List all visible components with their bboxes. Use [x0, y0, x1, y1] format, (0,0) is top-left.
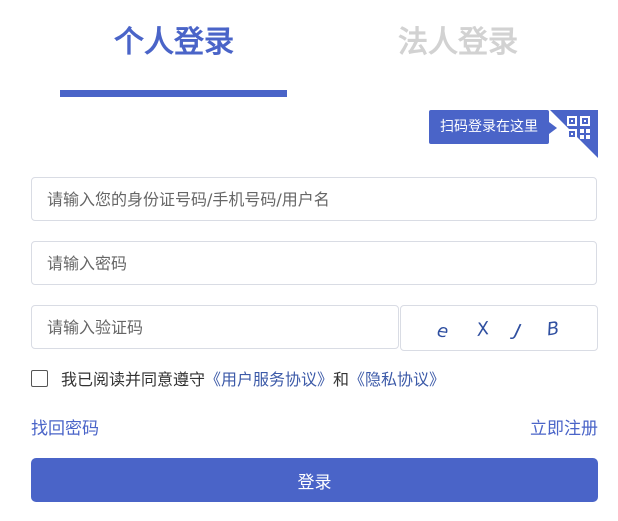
tab-legal-login[interactable]: 法人登录 [346, 18, 570, 68]
agreement-prefix: 我已阅读并同意遵守 [61, 370, 206, 389]
find-password-link[interactable]: 找回密码 [31, 414, 99, 439]
captcha-field-wrapper [31, 305, 399, 349]
username-field-wrapper [31, 177, 597, 221]
captcha-char: B [546, 318, 561, 341]
captcha-input[interactable] [32, 306, 398, 348]
captcha-char: e [436, 320, 450, 342]
captcha-char: X [474, 318, 491, 341]
qr-code-icon[interactable] [550, 110, 598, 158]
agreement-checkbox[interactable] [31, 370, 48, 387]
privacy-agreement-link[interactable]: 《隐私协议》 [349, 370, 445, 389]
active-tab-indicator [60, 90, 287, 97]
register-link[interactable]: 立即注册 [530, 414, 598, 439]
captcha-image[interactable]: e X J B [400, 305, 598, 351]
password-field-wrapper [31, 241, 597, 285]
password-input[interactable] [32, 242, 596, 284]
username-input[interactable] [32, 178, 596, 220]
captcha-char: J [510, 320, 523, 342]
qr-login-tooltip: 扫码登录在这里 [429, 110, 557, 144]
agreement-and: 和 [333, 370, 350, 389]
agreement-text: 我已阅读并同意遵守《用户服务协议》和《隐私协议》 [61, 369, 445, 391]
login-button[interactable]: 登录 [31, 458, 598, 502]
user-agreement-link[interactable]: 《用户服务协议》 [205, 370, 333, 389]
tab-personal-login[interactable]: 个人登录 [62, 18, 286, 68]
